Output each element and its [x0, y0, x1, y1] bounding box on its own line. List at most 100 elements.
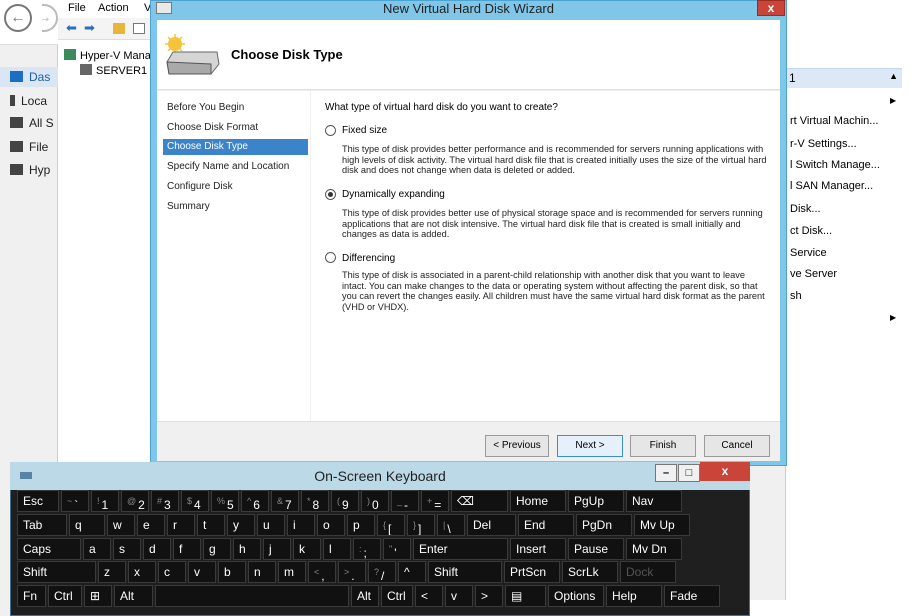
key-q[interactable]: q [69, 514, 105, 536]
radio-label-fixed-size[interactable]: Fixed size [342, 125, 387, 136]
radio-fixed-size[interactable] [325, 125, 336, 136]
key-v[interactable]: v [188, 561, 216, 583]
minimize-button[interactable]: – [655, 464, 677, 482]
key-s[interactable]: s [113, 538, 141, 560]
key-ctrl[interactable]: Ctrl [381, 585, 413, 607]
key-scrlk[interactable]: ScrLk [562, 561, 618, 583]
collapse-up-icon[interactable]: ▲ [889, 71, 898, 81]
key-alt[interactable]: Alt [351, 585, 379, 607]
finish-button[interactable]: Finish [630, 435, 696, 457]
actions-header[interactable]: 1 ▲ [785, 68, 902, 88]
key-symbol[interactable]: }] [407, 514, 435, 536]
key-d[interactable]: d [143, 538, 171, 560]
key-b[interactable]: b [218, 561, 246, 583]
key-l[interactable]: l [323, 538, 351, 560]
folder-up-icon[interactable] [113, 23, 125, 34]
step-before-you-begin[interactable]: Before You Begin [163, 100, 308, 116]
key-j[interactable]: j [263, 538, 291, 560]
sidebar-item-all-servers[interactable]: All S [10, 113, 58, 133]
key-h[interactable]: h [233, 538, 261, 560]
key-caps[interactable]: Caps [17, 538, 81, 560]
key-y[interactable]: y [227, 514, 255, 536]
key-v[interactable]: v [445, 585, 473, 607]
menu-file[interactable]: File [68, 2, 86, 14]
step-choose-disk-type[interactable]: Choose Disk Type [163, 139, 308, 155]
action-san-manager[interactable]: l SAN Manager... [790, 180, 895, 192]
key-symbol[interactable]: :; [353, 538, 381, 560]
key-symbol[interactable]: ▤ [505, 585, 546, 607]
key-shift[interactable]: Shift [428, 561, 502, 583]
key-symbol[interactable]: {[ [377, 514, 405, 536]
key-c[interactable]: c [158, 561, 186, 583]
radio-differencing[interactable] [325, 252, 336, 263]
key-i[interactable]: i [287, 514, 315, 536]
key-symbol[interactable]: ~ ` [61, 490, 89, 512]
key-home[interactable]: Home [510, 490, 566, 512]
radio-dynamically-expanding[interactable] [325, 189, 336, 200]
key-symbol[interactable]: | \ [437, 514, 465, 536]
key-pause[interactable]: Pause [568, 538, 624, 560]
key-pgup[interactable]: PgUp [568, 490, 624, 512]
key-end[interactable]: End [518, 514, 574, 536]
key-r[interactable]: r [167, 514, 195, 536]
key-fn[interactable]: Fn [17, 585, 46, 607]
key-symbol[interactable]: ? / [368, 561, 396, 583]
action-switch-manager[interactable]: l Switch Manage... [790, 159, 895, 171]
key-mv-dn[interactable]: Mv Dn [626, 538, 682, 560]
key-8[interactable]: * 8 [301, 490, 329, 512]
key-mv-up[interactable]: Mv Up [634, 514, 690, 536]
key-o[interactable]: o [317, 514, 345, 536]
key-0[interactable]: ) 0 [361, 490, 389, 512]
previous-button[interactable]: < Previous [485, 435, 549, 457]
back-arrow-icon[interactable]: ← [4, 4, 32, 32]
key-enter[interactable]: Enter [413, 538, 508, 560]
key-k[interactable]: k [293, 538, 321, 560]
step-specify-name-location[interactable]: Specify Name and Location [163, 159, 308, 175]
key-x[interactable]: x [128, 561, 156, 583]
key-symbol[interactable]: ^ [398, 561, 426, 583]
step-summary[interactable]: Summary [163, 199, 308, 215]
key-u[interactable]: u [257, 514, 285, 536]
key-prtscn[interactable]: PrtScn [504, 561, 560, 583]
sidebar-item-dashboard[interactable]: Das [0, 67, 58, 87]
key-del[interactable]: Del [467, 514, 516, 536]
key-f[interactable]: f [173, 538, 201, 560]
key-9[interactable]: (9 [331, 490, 359, 512]
console-tree-icon[interactable] [133, 23, 145, 34]
key-ctrl[interactable]: Ctrl [48, 585, 82, 607]
key-shift[interactable]: Shift [17, 561, 96, 583]
key-symbol[interactable]: > [475, 585, 503, 607]
next-button[interactable]: Next > [557, 435, 623, 457]
sidebar-item-local-server[interactable]: Loca [10, 91, 58, 111]
step-configure-disk[interactable]: Configure Disk [163, 179, 308, 195]
key-e[interactable]: e [137, 514, 165, 536]
key-help[interactable]: Help [606, 585, 662, 607]
action-hyperv-settings[interactable]: r-V Settings... [790, 138, 895, 150]
key-nav[interactable]: Nav [626, 490, 682, 512]
action-refresh[interactable]: sh [790, 290, 895, 302]
key-m[interactable]: m [278, 561, 306, 583]
radio-label-differencing[interactable]: Differencing [342, 253, 395, 264]
key-tab[interactable]: Tab [17, 514, 67, 536]
key-n[interactable]: n [248, 561, 276, 583]
action-stop-service[interactable]: Service [790, 247, 895, 259]
key-6[interactable]: ^ 6 [241, 490, 269, 512]
key-z[interactable]: z [98, 561, 126, 583]
key-pgdn[interactable]: PgDn [576, 514, 632, 536]
key-symbol[interactable]: ⊞ [84, 585, 112, 607]
key-3[interactable]: #3 [151, 490, 179, 512]
key-w[interactable]: w [107, 514, 135, 536]
key-symbol[interactable]: " ' [383, 538, 411, 560]
key-2[interactable]: @2 [121, 490, 149, 512]
action-inspect-disk[interactable]: ct Disk... [790, 225, 895, 237]
action-remove-server[interactable]: ve Server [790, 268, 895, 280]
radio-label-dynamically-expanding[interactable]: Dynamically expanding [342, 189, 445, 200]
key-symbol[interactable]: < [415, 585, 443, 607]
key-5[interactable]: % 5 [211, 490, 239, 512]
close-button[interactable]: x [757, 0, 785, 16]
cancel-button[interactable]: Cancel [704, 435, 770, 457]
key-esc[interactable]: Esc [17, 490, 59, 512]
sidebar-item-file-services[interactable]: File [10, 137, 58, 157]
step-choose-disk-format[interactable]: Choose Disk Format [163, 120, 308, 136]
key-g[interactable]: g [203, 538, 231, 560]
